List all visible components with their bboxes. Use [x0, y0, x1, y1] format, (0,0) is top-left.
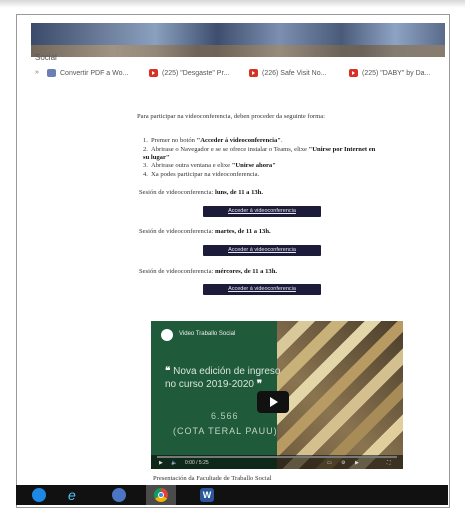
- bookmark-arrow-icon: »: [35, 69, 39, 76]
- video-figure: 6.566: [211, 411, 239, 421]
- video-headline: ❝ Nova edición de ingreso no curso 2019-…: [165, 366, 281, 390]
- bookmark-label: (226) Safe Visit No...: [262, 69, 327, 77]
- youtube-icon: [349, 69, 358, 77]
- video-channel-title[interactable]: Video Traballo Social: [179, 331, 235, 337]
- globe-app-icon[interactable]: [112, 488, 126, 502]
- bookmark-label: (225) "Desgaste" Pr...: [162, 69, 230, 77]
- join-videoconference-button-monday[interactable]: Acceder á videoconferencia: [203, 206, 321, 217]
- bookmark-label: (225) "DABY" by Da...: [362, 69, 431, 77]
- bookmark-label: Convertir PDF a Wo...: [60, 69, 129, 77]
- intro-text: Para participar na videoconferencia, deb…: [137, 113, 326, 120]
- bookmark-convertir-pdf[interactable]: Convertir PDF a Wo...: [47, 69, 128, 77]
- join-videoconference-button-tuesday[interactable]: Acceder á videoconferencia: [203, 245, 321, 256]
- video-progress-bar[interactable]: [157, 456, 397, 458]
- document-icon: [47, 69, 56, 77]
- channel-logo-icon: [161, 329, 173, 341]
- list-item: 1. Premer no botón "Acceder á videoconfer…: [143, 137, 283, 144]
- bookmark-youtube-2[interactable]: (226) Safe Visit No...: [249, 69, 326, 77]
- video-cota-text: (COTA TERAL PAUU): [173, 426, 278, 436]
- cork-board-image: [277, 321, 403, 469]
- fullscreen-icon[interactable]: ⛶: [387, 460, 391, 466]
- video-controls: ▶ 🔈 0:00 / 5:25 ▭ ⚙ ▶ ⛶: [151, 455, 403, 469]
- list-item: 2. Abrirase o Navegador e se se ofrece in…: [143, 145, 376, 161]
- session-wednesday: Sesión de videoconferencia: mércores, de…: [139, 268, 278, 275]
- session-tuesday: Sesión de videoconferencia: martes, de 1…: [139, 228, 271, 235]
- bookmark-youtube-1[interactable]: (225) "Desgaste" Pr...: [149, 69, 229, 77]
- youtube-icon: [149, 69, 158, 77]
- volume-icon[interactable]: 🔈: [171, 460, 177, 466]
- list-item: 3. Abrirase outra ventana e elixe "Unirse…: [143, 162, 276, 169]
- windows-taskbar: e W: [16, 485, 448, 505]
- session-monday: Sesión de videoconferencia: luns, de 11 …: [139, 189, 263, 196]
- youtube-icon: [249, 69, 258, 77]
- list-item: 4. Xa podes participar na videoconferenci…: [143, 170, 260, 178]
- play-icon[interactable]: ▶: [159, 460, 163, 466]
- video-time: 0:00 / 5:25: [185, 460, 209, 466]
- bookmark-youtube-3[interactable]: (225) "DABY" by Da...: [349, 69, 430, 77]
- paper-edge: [0, 0, 465, 8]
- instructions-list: 1. Premer no botón "Acceder á videoconfer…: [143, 137, 383, 179]
- video-caption: Presentación da Facultade de Traballo So…: [153, 475, 272, 482]
- settings-gear-icon[interactable]: ⚙: [341, 460, 345, 466]
- internet-explorer-icon[interactable]: e: [68, 488, 82, 502]
- scanned-screenshot-frame: Social » Convertir PDF a Wo... (225) "De…: [16, 14, 450, 508]
- word-icon[interactable]: W: [200, 488, 214, 502]
- start-button-icon[interactable]: [32, 488, 46, 502]
- bookmarks-bar: » Convertir PDF a Wo... (225) "Desgaste"…: [31, 67, 449, 83]
- play-button-icon[interactable]: [257, 391, 289, 413]
- subtitles-icon[interactable]: ▭: [327, 460, 332, 466]
- youtube-logo-icon[interactable]: ▶: [355, 460, 359, 466]
- join-videoconference-button-wednesday[interactable]: Acceder á videoconferencia: [203, 284, 321, 295]
- embedded-video-player[interactable]: Video Traballo Social ❝ Nova edición de …: [151, 321, 403, 469]
- header-banner-image: [31, 23, 445, 57]
- chrome-icon[interactable]: [154, 488, 168, 502]
- breadcrumb[interactable]: Social: [35, 53, 57, 62]
